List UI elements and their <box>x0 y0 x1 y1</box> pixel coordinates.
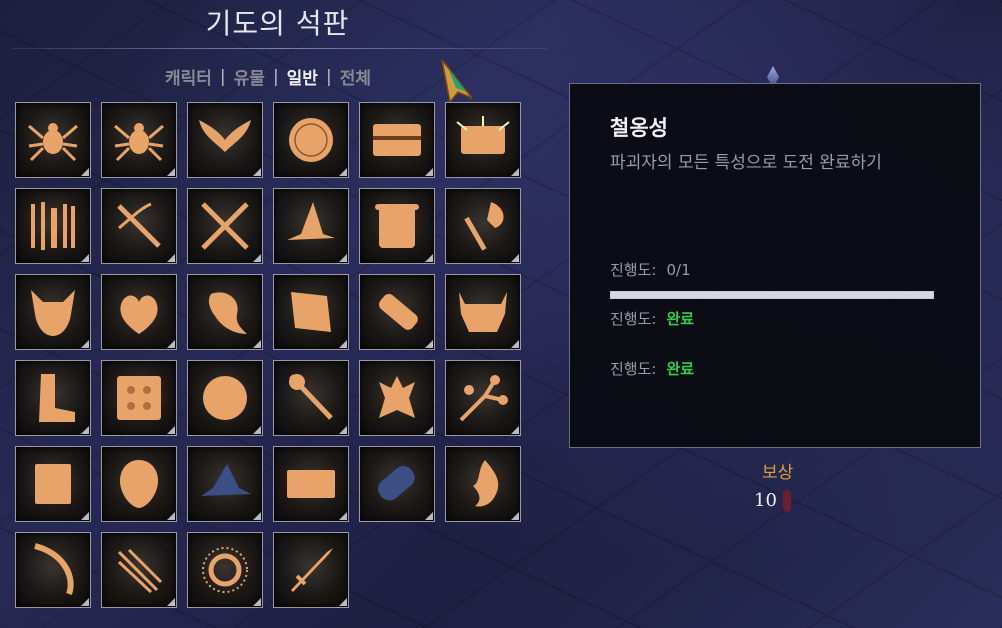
scroll-icon <box>375 204 419 248</box>
filter-tabs: 캐릭터 | 유물 | 일반 | 전체 <box>165 64 371 90</box>
progress-row: 진행도: 0/1 <box>610 259 691 280</box>
achievement-slot[interactable] <box>273 274 349 350</box>
achievement-slot[interactable] <box>101 446 177 522</box>
mask-icon <box>119 460 159 508</box>
achievement-slot[interactable] <box>187 274 263 350</box>
branch-icon <box>459 375 508 422</box>
bow-icon <box>34 543 74 596</box>
progress-bar-fill <box>611 292 933 298</box>
tab-separator: | <box>219 66 226 87</box>
achievement-slot[interactable] <box>101 532 177 608</box>
achievement-slot[interactable] <box>15 360 91 436</box>
achievement-detail-panel: 철옹성 파괴자의 모든 특성으로 도전 완료하기 진행도: 0/1 진행도: 완료 … <box>569 83 981 448</box>
tab-separator: | <box>325 66 332 87</box>
achievement-slot[interactable] <box>15 102 91 178</box>
axe-icon <box>464 202 504 251</box>
tab-character[interactable]: 캐릭터 <box>165 64 212 89</box>
achievement-slot[interactable] <box>445 188 521 264</box>
coin-icon <box>289 118 333 162</box>
achievement-slot[interactable] <box>15 274 91 350</box>
spider-icon <box>114 123 164 162</box>
witch-hat-icon <box>287 202 335 240</box>
flame-emblem-icon <box>473 460 499 507</box>
achievement-slot[interactable] <box>101 102 177 178</box>
achievement-slot[interactable] <box>445 360 521 436</box>
progress-label: 진행도: <box>610 360 657 378</box>
achievement-slot[interactable] <box>15 188 91 264</box>
sword-icon <box>291 548 333 592</box>
chest-icon <box>373 124 421 156</box>
cursor-icon <box>441 59 473 104</box>
banner-icon <box>287 470 335 498</box>
achievement-slot[interactable] <box>359 446 435 522</box>
shield-pattern-icon <box>117 376 161 420</box>
achievement-slot[interactable] <box>273 188 349 264</box>
reward-gem-icon <box>783 490 791 512</box>
achievement-slot[interactable] <box>359 188 435 264</box>
reward-count: 10 <box>754 490 777 511</box>
bandage-icon <box>378 293 418 330</box>
glowing-chest-icon <box>456 116 510 154</box>
achievement-description: 파괴자의 모든 특성으로 도전 완료하기 <box>610 153 882 173</box>
wings-icon <box>199 120 251 152</box>
imp-icon <box>379 376 415 418</box>
progress-status: 완료 <box>666 310 695 328</box>
achievement-slot[interactable] <box>101 274 177 350</box>
progress-label: 진행도: <box>610 310 657 328</box>
spider-icon <box>28 123 78 162</box>
achievement-slot[interactable] <box>187 102 263 178</box>
achievement-slot[interactable] <box>101 360 177 436</box>
achievement-slot[interactable] <box>273 360 349 436</box>
tome-icon <box>35 464 71 504</box>
achievement-slot[interactable] <box>273 102 349 178</box>
progress-row: 진행도: 완료 <box>610 308 694 329</box>
achievement-slot[interactable] <box>187 360 263 436</box>
achievement-slot[interactable] <box>101 188 177 264</box>
tab-general[interactable]: 일반 <box>287 64 318 89</box>
leaf-icon <box>208 292 247 334</box>
weapon-rack-icon <box>31 202 75 250</box>
progress-value: 0/1 <box>666 261 691 279</box>
crossbow-icon <box>117 202 161 248</box>
achievement-slot[interactable] <box>445 274 521 350</box>
progress-label: 진행도: <box>610 261 657 279</box>
fanged-jaw-icon <box>459 292 507 332</box>
progress-bar <box>610 291 934 299</box>
sun-ring-icon <box>202 547 248 593</box>
progress-status: 완료 <box>666 360 695 378</box>
achievement-slot[interactable] <box>445 446 521 522</box>
achievement-slot[interactable] <box>359 274 435 350</box>
achievement-slot[interactable] <box>15 532 91 608</box>
achievement-slot[interactable] <box>273 446 349 522</box>
tab-relics[interactable]: 유물 <box>234 64 265 89</box>
crossed-blades-icon <box>201 202 249 250</box>
achievement-slot[interactable] <box>187 188 263 264</box>
achievement-slot[interactable] <box>187 532 263 608</box>
progress-row: 진행도: 완료 <box>610 358 694 379</box>
wands-icon <box>117 548 163 594</box>
achievement-slot[interactable] <box>187 446 263 522</box>
achievement-slot[interactable] <box>273 532 349 608</box>
tab-all[interactable]: 전체 <box>340 64 371 89</box>
achievement-name: 철옹성 <box>610 115 668 140</box>
achievement-slot[interactable] <box>15 446 91 522</box>
demon-skull-icon <box>31 290 75 336</box>
title-divider <box>12 48 547 49</box>
parchment-icon <box>291 292 331 332</box>
rolled-scroll-icon <box>378 466 415 501</box>
achievement-slot[interactable] <box>445 102 521 178</box>
wizard-hat-icon <box>201 464 251 496</box>
boot-icon <box>39 374 75 422</box>
achievement-slot[interactable] <box>359 102 435 178</box>
achievement-slot[interactable] <box>359 360 435 436</box>
heart-icon <box>120 295 158 334</box>
orb-icon <box>203 376 247 420</box>
sceptre-icon <box>289 374 333 420</box>
tab-separator: | <box>272 66 279 87</box>
page-title: 기도의 석판 <box>205 7 350 40</box>
reward-label: 보상 <box>762 463 794 483</box>
